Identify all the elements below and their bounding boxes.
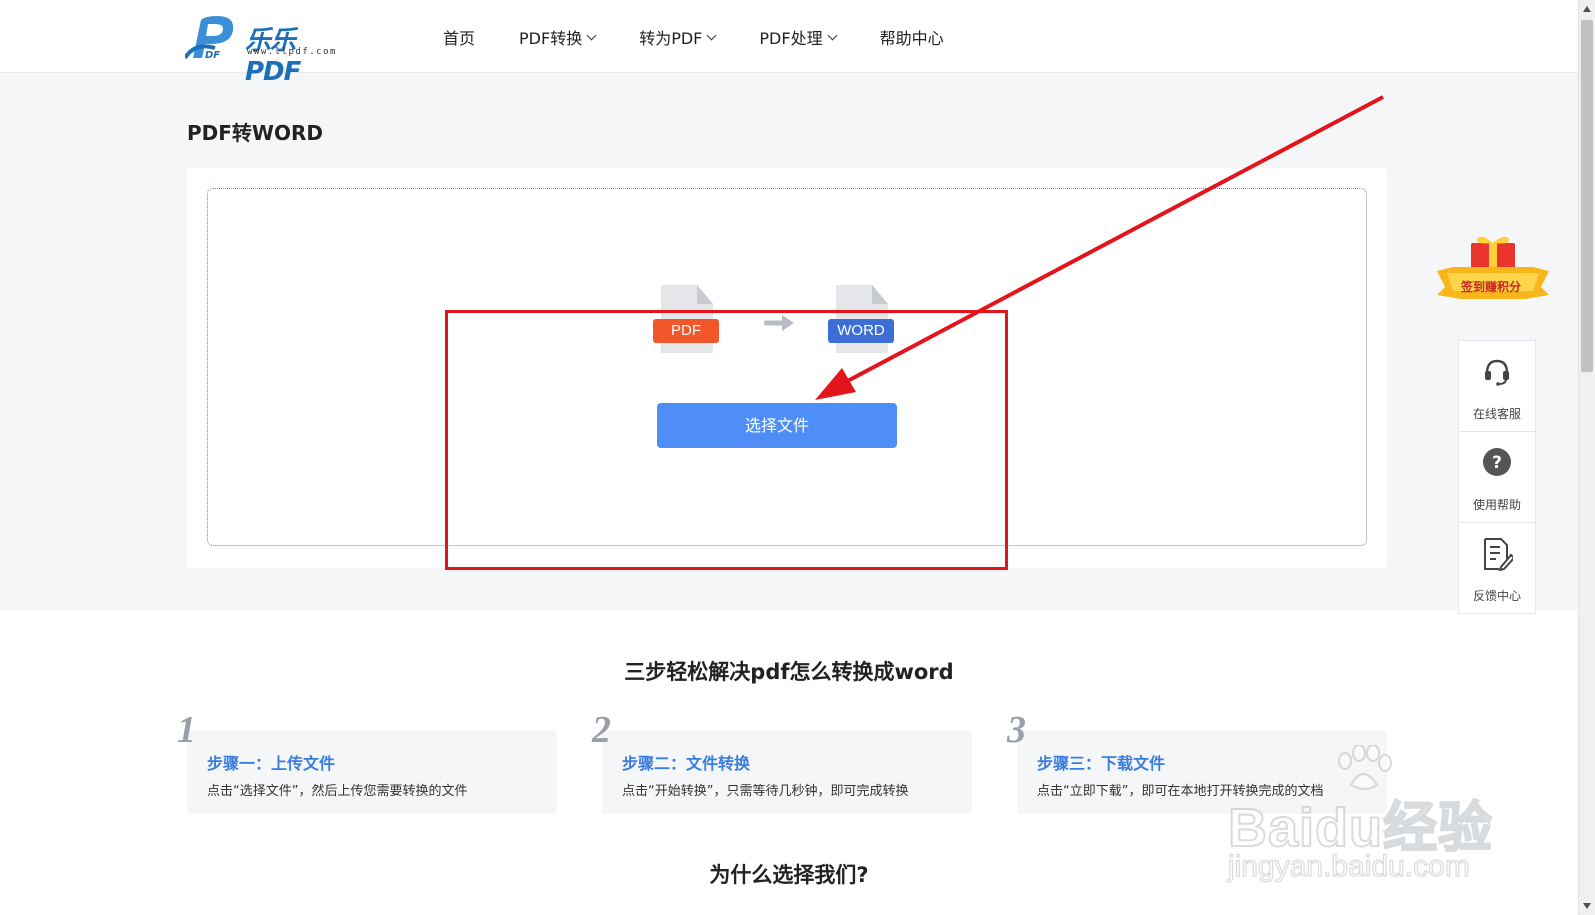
logo-url: www.llpdf.com [247, 47, 337, 57]
side-label: 使用帮助 [1472, 498, 1521, 512]
why-heading: 为什么选择我们? [709, 863, 869, 887]
page-title: PDF转WORD [187, 121, 323, 145]
step-desc: 点击“开始转换”，只需等待几秒钟，即可完成转换 [622, 784, 909, 799]
chevron-down-icon [827, 30, 838, 40]
nav-help-center[interactable]: 帮助中心 [880, 25, 944, 49]
step-desc: 点击“选择文件”，然后上传您需要转换的文件 [207, 784, 468, 799]
site-logo[interactable]: DF 乐乐PDF www.llpdf.com [185, 14, 345, 87]
side-feedback-center[interactable]: 反馈中心 [1459, 523, 1535, 613]
file-dropzone[interactable]: PDF WORD 选择文件 [207, 188, 1367, 546]
sign-in-gift-badge[interactable]: 签到赚积分 [1433, 233, 1553, 305]
gift-label: 签到赚积分 [1461, 280, 1522, 294]
step-title: 步骤二：文件转换 [622, 754, 751, 773]
side-panel: 在线客服 ? 使用帮助 反馈中心 [1458, 340, 1536, 614]
nav-pdf-process-label: PDF处理 [759, 29, 823, 48]
nav-pdf-convert[interactable]: PDF转换 [519, 25, 597, 49]
word-format-label: WORD [828, 319, 894, 343]
feedback-icon [1484, 538, 1513, 571]
pdf-format-label: PDF [653, 319, 719, 343]
steps-heading: 三步轻松解决pdf怎么转换成word [624, 660, 954, 684]
upload-card: PDF WORD 选择文件 [187, 168, 1387, 568]
logo-p-icon: DF [185, 16, 234, 60]
step-card: 3 步骤三：下载文件 点击“立即下载”，即可在本地打开转换完成的文档 [1007, 709, 1387, 814]
nav-to-pdf[interactable]: 转为PDF [639, 25, 717, 49]
step-number: 3 [1007, 709, 1026, 751]
side-online-service[interactable]: 在线客服 [1459, 341, 1535, 432]
side-usage-help[interactable]: ? 使用帮助 [1459, 432, 1535, 523]
svg-text:?: ? [1492, 453, 1502, 473]
side-label: 反馈中心 [1472, 589, 1521, 603]
step-title: 步骤三：下载文件 [1037, 754, 1166, 773]
vertical-scrollbar[interactable] [1578, 0, 1595, 915]
top-header: DF 乐乐PDF www.llpdf.com 首页 PDF转换 转为PDF PD… [0, 0, 1578, 87]
steps-section: 三步轻松解决pdf怎么转换成word 1 步骤一：上传文件 点击“选择文件”，然… [0, 610, 1578, 915]
choose-file-button[interactable]: 选择文件 [657, 403, 897, 448]
word-file-icon: WORD [828, 285, 894, 355]
nav-pdf-convert-label: PDF转换 [519, 29, 583, 48]
step-title: 步骤一：上传文件 [207, 754, 336, 773]
convert-arrow-icon [764, 315, 794, 331]
headset-icon [1485, 359, 1509, 386]
step-desc: 点击“立即下载”，即可在本地打开转换完成的文档 [1037, 784, 1324, 799]
nav-home-label: 首页 [443, 29, 476, 48]
page: DF 乐乐PDF www.llpdf.com 首页 PDF转换 转为PDF PD… [0, 0, 1578, 915]
step-card: 1 步骤一：上传文件 点击“选择文件”，然后上传您需要转换的文件 [177, 709, 557, 814]
step-number: 1 [177, 709, 196, 751]
pdf-file-icon: PDF [653, 285, 719, 355]
chevron-down-icon [586, 30, 597, 40]
step-card: 2 步骤二：文件转换 点击“开始转换”，只需等待几秒钟，即可完成转换 [592, 709, 972, 814]
step-number: 2 [592, 709, 611, 751]
side-label: 在线客服 [1472, 407, 1521, 421]
nav-help-center-label: 帮助中心 [879, 29, 944, 48]
nav-pdf-process[interactable]: PDF处理 [759, 25, 838, 49]
main-nav: 首页 PDF转换 转为PDF PDF处理 帮助中心 [443, 25, 988, 49]
question-icon: ? [1483, 448, 1511, 476]
svg-text:DF: DF [205, 50, 220, 60]
scrollbar-thumb[interactable] [1581, 20, 1593, 372]
scroll-up-icon[interactable] [1583, 6, 1591, 12]
chevron-down-icon [706, 30, 717, 40]
nav-to-pdf-label: 转为PDF [639, 29, 703, 48]
nav-home[interactable]: 首页 [443, 25, 475, 49]
scroll-down-icon[interactable] [1583, 903, 1591, 909]
